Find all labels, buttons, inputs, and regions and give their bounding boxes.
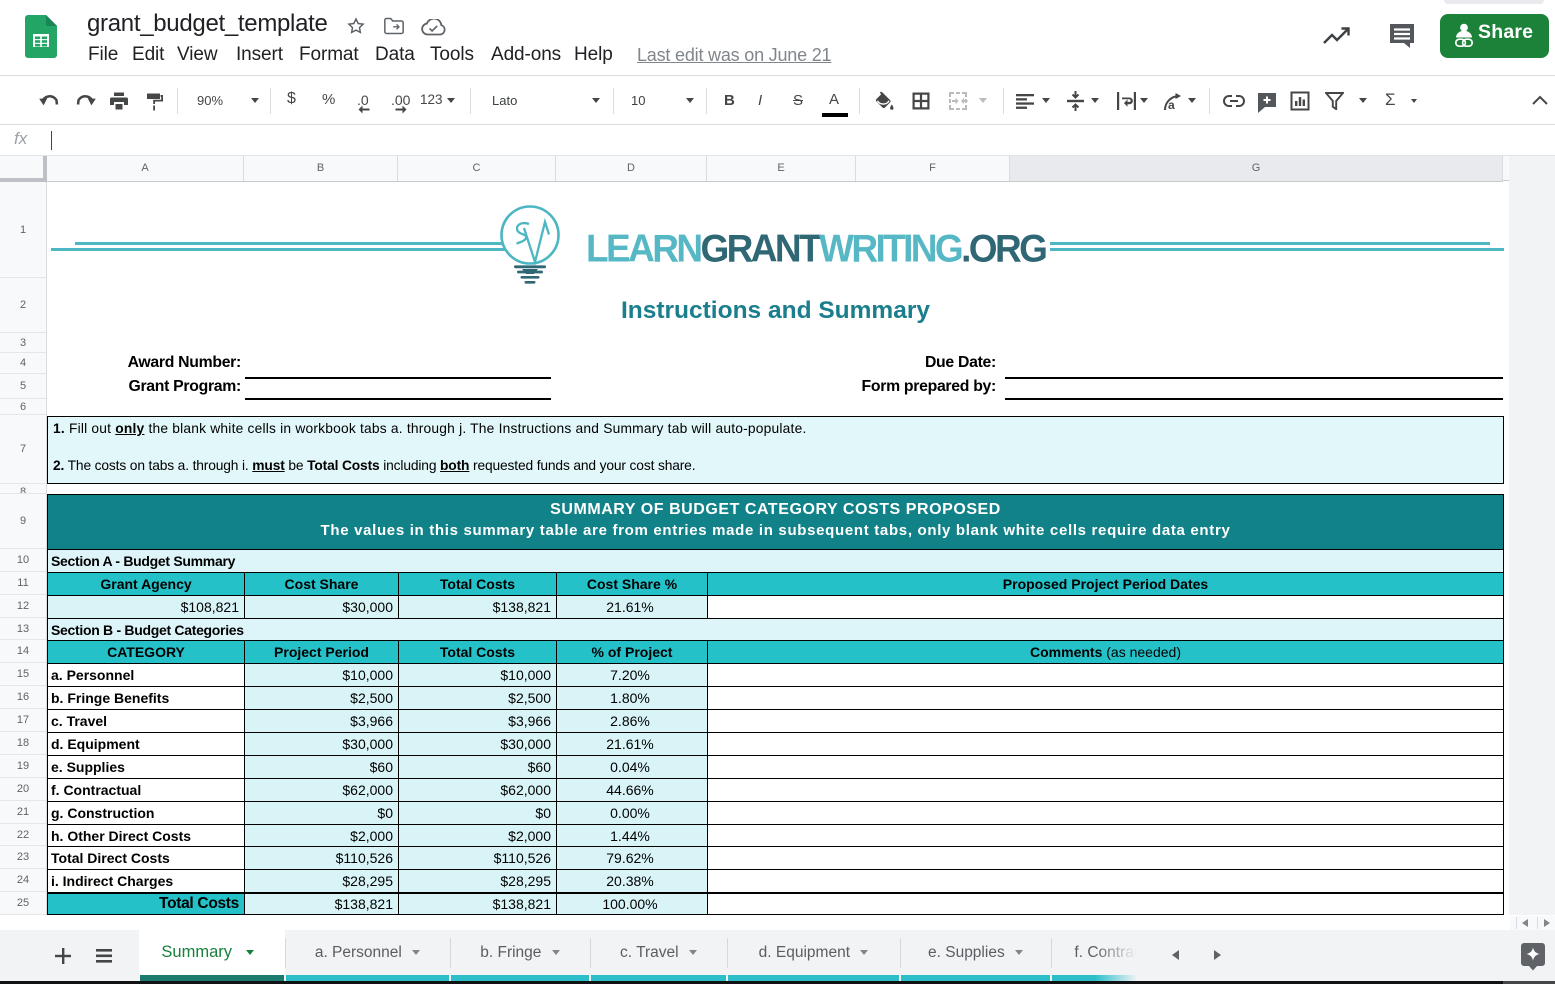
svg-text:a: a [1168,98,1175,112]
